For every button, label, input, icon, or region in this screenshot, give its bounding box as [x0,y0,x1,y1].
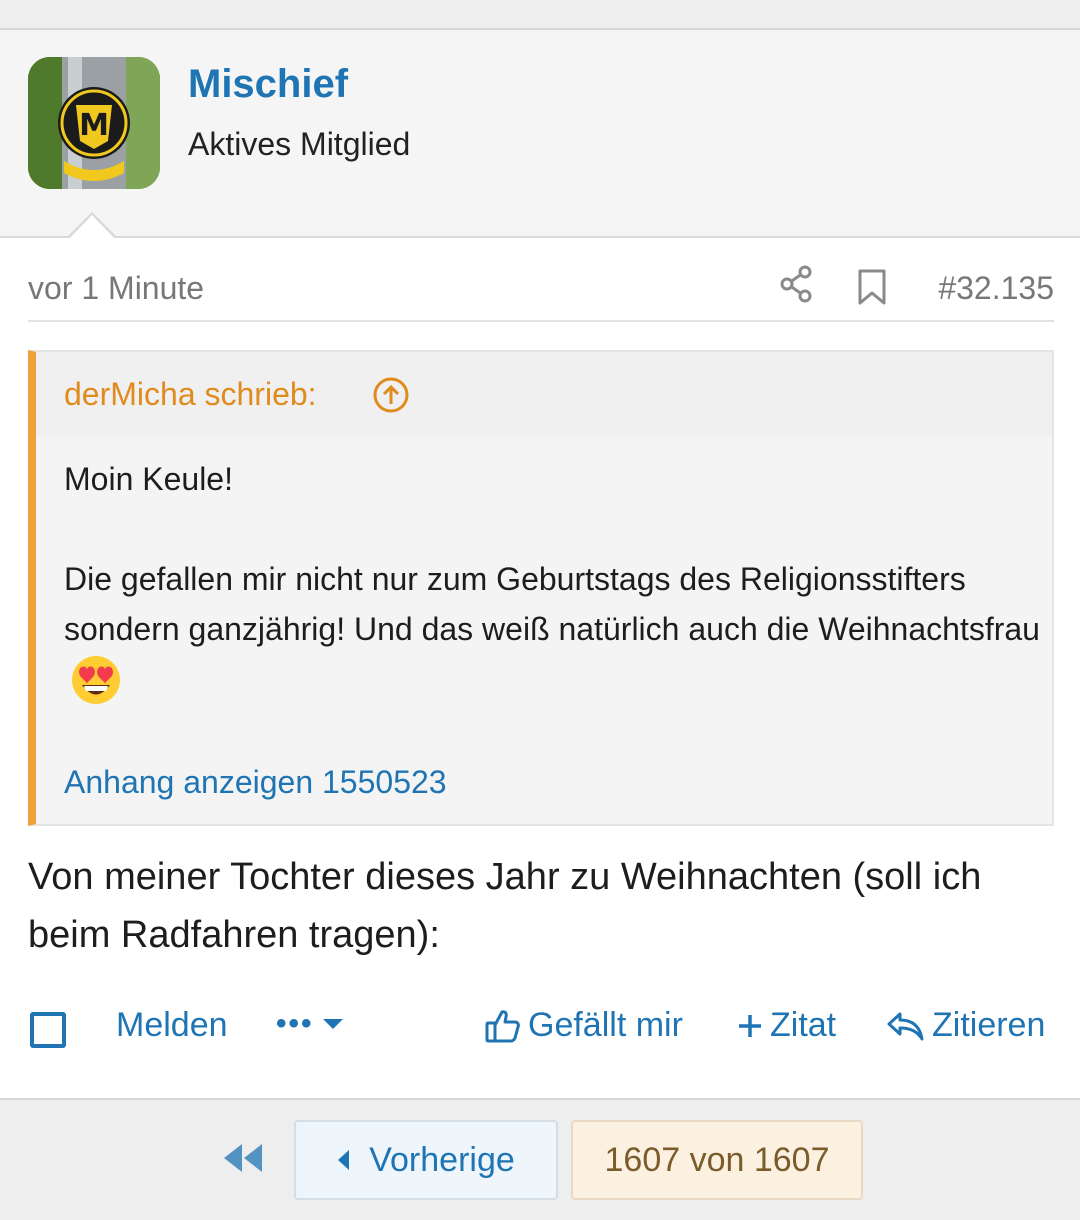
quote-paragraph-text: Die gefallen mir nicht nur zum Geburtsta… [64,561,1040,647]
top-strip [0,0,1080,30]
post-actions: Melden ••• Gefällt mir Zitat Zitieren [0,1000,1080,1060]
multiquote-button[interactable]: Zitat [736,1006,836,1045]
user-header: M Mischief Aktives Mitglied [0,30,1080,238]
username[interactable]: Mischief [188,62,348,107]
previous-page-button[interactable]: Vorherige [294,1120,558,1200]
quote-paragraph: Moin Keule! [64,461,233,497]
user-avatar[interactable]: M [28,57,160,189]
heart-eyes-emoji-icon [72,656,120,704]
like-label: Gefällt mir [528,1006,683,1044]
report-link[interactable]: Melden [116,1006,228,1045]
quote-header: derMicha schrieb: [36,352,1052,436]
caret-down-icon [322,1019,343,1029]
marschall-headbadge-icon: M [28,57,160,189]
post-meta: vor 1 Minute #32.135 [28,264,1054,322]
go-to-quoted-post-icon[interactable] [372,376,410,414]
select-post-checkbox[interactable] [30,1012,66,1048]
bookmark-icon[interactable] [856,268,888,306]
attachment-link[interactable]: Anhang anzeigen 1550523 [64,764,447,801]
post-number[interactable]: #32.135 [938,270,1054,307]
like-button[interactable]: Gefällt mir [484,1006,683,1045]
pagination-bar: Vorherige 1607 von 1607 [0,1098,1080,1220]
quote-block: derMicha schrieb: Moin Keule! Die gefall… [28,350,1054,826]
caret-left-icon [338,1150,350,1170]
user-title: Aktives Mitglied [188,126,411,162]
header-pointer-fill [68,215,116,240]
svg-text:M: M [79,108,109,143]
quote-author[interactable]: derMicha schrieb: [64,376,317,413]
page-indicator[interactable]: 1607 von 1607 [571,1120,863,1200]
reply-label: Zitieren [932,1006,1046,1044]
reply-button[interactable]: Zitieren [886,1006,1045,1045]
reply-arrow-icon [887,1012,924,1040]
more-dots: ••• [276,1007,314,1040]
post-time[interactable]: vor 1 Minute [28,270,204,307]
share-icon[interactable] [778,264,814,304]
thumbs-up-icon [485,1009,520,1042]
quote-body: Moin Keule! Die gefallen mir nicht nur z… [64,454,1044,758]
multiquote-label: Zitat [770,1006,837,1044]
post-text: Von meiner Tochter dieses Jahr zu Weihna… [28,856,982,956]
first-page-icon[interactable] [222,1142,264,1174]
previous-label: Vorherige [369,1140,515,1179]
more-options-button[interactable]: ••• [276,1007,344,1040]
quote-paragraph-2: Die gefallen mir nicht nur zum Geburtsta… [64,554,1044,708]
plus-icon [739,1014,761,1037]
